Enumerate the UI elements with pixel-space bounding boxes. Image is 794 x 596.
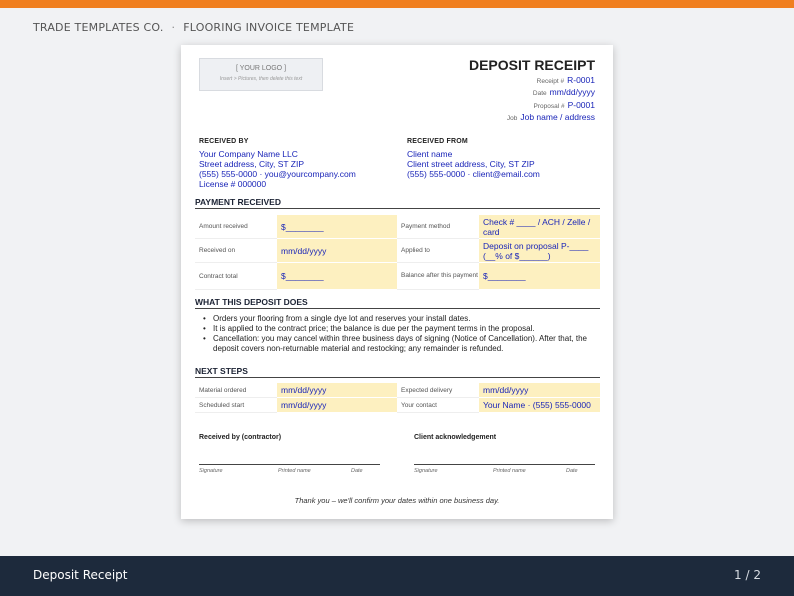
received-by-heading: RECEIVED BY (199, 138, 249, 145)
client-address[interactable]: Client street address, City, ST ZIP (407, 159, 540, 169)
company-name: TRADE TEMPLATES CO. (33, 21, 164, 34)
breadcrumb-separator: · (171, 21, 176, 34)
receipt-meta: Receipt # R-0001 Date mm/dd/yyyy Proposal … (507, 75, 595, 124)
receipt-date[interactable]: mm/dd/yyyy (550, 87, 595, 97)
meta-label: Date (532, 90, 547, 98)
meta-label: Receipt # (536, 78, 565, 85)
received-on-label: Received on (195, 239, 277, 263)
list-item: It is applied to the contract price; the… (201, 324, 601, 334)
applied-to-field[interactable]: Deposit on proposal P-____ (__% of $____… (479, 239, 600, 263)
date-label: Date (351, 468, 363, 474)
logo-hint: Insert > Pictures, then delete this text (219, 76, 303, 82)
payment-method-field[interactable]: Check # ____ / ACH / Zelle / card (479, 215, 600, 239)
expected-delivery-label: Expected delivery (397, 383, 479, 398)
amount-received-field[interactable]: $________ (277, 215, 397, 239)
received-on-field[interactable]: mm/dd/yyyy (277, 239, 397, 263)
logo-placeholder[interactable]: [ YOUR LOGO ] Insert > Pictures, then de… (199, 58, 323, 91)
client-name[interactable]: Client name (407, 149, 540, 159)
proposal-number[interactable]: P-0001 (568, 100, 595, 110)
client-signature-line[interactable] (414, 464, 595, 465)
contractor-signature-heading: Received by (contractor) (199, 434, 282, 441)
client-contact[interactable]: (555) 555-0000 · client@email.com (407, 169, 540, 179)
printed-name-label: Printed name (493, 468, 526, 474)
contractor-signature-line[interactable] (199, 464, 380, 465)
material-ordered-label: Material ordered (195, 383, 277, 398)
expected-delivery-field[interactable]: mm/dd/yyyy (479, 383, 600, 398)
template-name: FLOORING INVOICE TEMPLATE (183, 21, 355, 34)
scheduled-start-field[interactable]: mm/dd/yyyy (277, 398, 397, 413)
logo-label: [ YOUR LOGO ] (235, 65, 287, 72)
meta-row-job: Job Job name / address (507, 112, 595, 124)
received-from-heading: RECEIVED FROM (407, 138, 468, 145)
date-label: Date (566, 468, 578, 474)
received-by-block: RECEIVED BY Your Company Name LLC Street… (199, 137, 356, 189)
receipt-page: [ YOUR LOGO ] Insert > Pictures, then de… (181, 45, 613, 519)
received-from-block: RECEIVED FROM Client name Client street … (407, 137, 540, 179)
company-line[interactable]: Your Company Name LLC (199, 149, 356, 159)
footer-bar: Deposit Receipt 1 / 2 (0, 556, 794, 596)
scheduled-start-label: Scheduled start (195, 398, 277, 413)
client-signature-heading: Client acknowledgement (414, 434, 497, 441)
your-contact-label: Your contact (397, 398, 479, 413)
document-title: DEPOSIT RECEIPT (468, 57, 595, 73)
contract-total-label: Contract total (195, 263, 277, 290)
meta-row-date: Date mm/dd/yyyy (507, 87, 595, 99)
contract-total-field[interactable]: $________ (277, 263, 397, 290)
payment-heading: PAYMENT RECEIVED (195, 197, 600, 209)
breadcrumb: TRADE TEMPLATES CO. · FLOORING INVOICE T… (33, 21, 354, 34)
next-steps-table: Material ordered mm/dd/yyyy Expected del… (195, 383, 600, 413)
accent-bar (0, 0, 794, 8)
company-address[interactable]: Street address, City, ST ZIP (199, 159, 356, 169)
receipt-number[interactable]: R-0001 (567, 75, 595, 85)
payment-table: Amount received $________ Payment method… (195, 215, 600, 290)
thank-you-note: Thank you – we'll confirm your dates wit… (294, 496, 500, 505)
company-license[interactable]: License # 000000 (199, 179, 356, 189)
balance-field[interactable]: $________ (479, 263, 600, 290)
meta-row-proposal: Proposal # P-0001 (507, 100, 596, 112)
balance-label: Balance after this payment (397, 263, 479, 290)
payment-method-label: Payment method (397, 215, 479, 239)
page-indicator[interactable]: 1 / 2 (734, 568, 761, 582)
footer-title: Deposit Receipt (33, 568, 128, 582)
list-item: Orders your flooring from a single dye l… (201, 314, 601, 324)
signature-label: Signature (414, 468, 438, 474)
what-heading: WHAT THIS DEPOSIT DOES (195, 297, 600, 309)
meta-label: Proposal # (533, 102, 565, 110)
material-ordered-field[interactable]: mm/dd/yyyy (277, 383, 397, 398)
meta-label: Job (506, 114, 518, 122)
meta-row-receipt: Receipt # R-0001 (507, 75, 595, 87)
job-name[interactable]: Job name / address (520, 112, 595, 122)
signature-label: Signature (199, 468, 223, 474)
company-contact[interactable]: (555) 555-0000 · you@yourcompany.com (199, 169, 356, 179)
next-steps-heading: NEXT STEPS (195, 366, 600, 378)
applied-to-label: Applied to (397, 239, 479, 263)
list-item: Cancellation: you may cancel within thre… (201, 334, 601, 354)
printed-name-label: Printed name (278, 468, 311, 474)
amount-received-label: Amount received (195, 215, 277, 239)
your-contact-field[interactable]: Your Name · (555) 555-0000 (479, 398, 600, 413)
deposit-bullets: Orders your flooring from a single dye l… (201, 314, 601, 354)
